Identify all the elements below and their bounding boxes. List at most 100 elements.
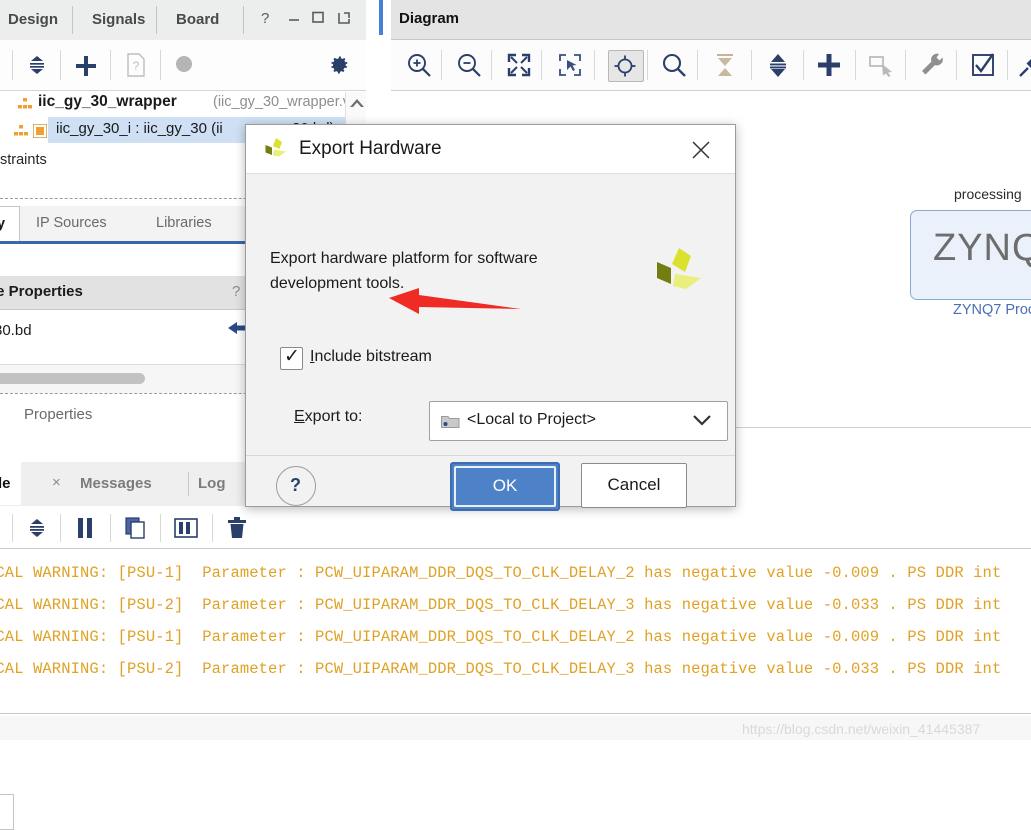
include-bitstream-checkbox[interactable]: ✓ <box>280 347 303 370</box>
toolbar-separator <box>1007 50 1008 80</box>
tab-tcl-console[interactable]: le <box>0 462 21 505</box>
dialog-body: Export hardware platform for software de… <box>246 174 735 454</box>
zoom-out-icon[interactable] <box>456 52 482 83</box>
zynq-block-caption: ZYNQ7 Proc <box>953 302 1031 318</box>
export-to-dropdown[interactable]: <Local to Project> <box>429 401 728 441</box>
hierarchy-icon <box>18 98 32 114</box>
tree-node-detail: (iic_gy_30_wrapper.v <box>213 94 350 110</box>
pause-icon[interactable] <box>76 517 94 544</box>
cancel-button[interactable]: Cancel <box>581 463 687 508</box>
toolbar-separator <box>60 514 61 542</box>
wrench-icon[interactable] <box>919 52 945 83</box>
tab-ip-sources[interactable]: IP Sources <box>36 206 107 241</box>
trash-icon[interactable] <box>227 517 247 544</box>
minimize-icon[interactable] <box>286 9 302 29</box>
cancel-button-label: Cancel <box>582 475 686 495</box>
add-ip-icon[interactable] <box>815 51 843 84</box>
properties-help-icon[interactable]: ? <box>232 283 240 300</box>
svg-text:?: ? <box>133 59 140 73</box>
close-tab-icon[interactable]: × <box>52 474 61 491</box>
toolbar-separator <box>441 50 442 80</box>
maximize-icon[interactable] <box>310 9 326 29</box>
tab-separator <box>243 6 244 34</box>
add-sources-icon[interactable] <box>74 54 98 83</box>
tab-separator <box>72 6 73 34</box>
accel-char: E <box>294 408 305 425</box>
zynq-block-text: ZYNQ <box>933 227 1031 270</box>
chevron-down-icon[interactable] <box>692 413 712 432</box>
dialog-footer: ? OK Cancel <box>246 455 735 506</box>
block-design-icon <box>33 124 47 142</box>
export-hardware-dialog: Export Hardware Export hardware platform… <box>245 124 736 507</box>
help-icon[interactable]: ? <box>261 10 269 27</box>
log-line: ICAL WARNING: [PSU-1] Parameter : PCW_UI… <box>0 564 1001 582</box>
log-output-area[interactable]: ICAL WARNING: [PSU-1] Parameter : PCW_UI… <box>0 548 1031 714</box>
label-rest: xport to: <box>305 408 363 425</box>
zoom-area-icon[interactable] <box>557 52 583 83</box>
toolbar-separator <box>212 514 213 542</box>
properties-tab-icon-box[interactable] <box>0 794 14 830</box>
collapse-expand-icon[interactable] <box>26 54 48 81</box>
validate-design-icon[interactable] <box>970 52 996 83</box>
toolbar-separator <box>956 50 957 80</box>
toolbar-separator <box>491 50 492 80</box>
pin-icon[interactable] <box>1018 52 1031 83</box>
console-toolbar <box>0 506 366 551</box>
hierarchy-icon <box>14 125 28 141</box>
tab-board[interactable]: Board <box>164 0 231 39</box>
scrollbar-thumb[interactable] <box>0 373 145 384</box>
fit-screen-icon[interactable] <box>506 52 532 83</box>
watermark-text: https://blog.csdn.net/weixin_41445387 <box>742 721 980 737</box>
vivado-window: Design Signals Board ? <box>0 0 1031 753</box>
constraints-label[interactable]: straints <box>0 152 47 168</box>
tab-separator <box>188 472 189 496</box>
zoom-target-icon[interactable] <box>613 54 637 83</box>
xilinx-logo-large-icon <box>651 246 707 302</box>
diagram-title: Diagram <box>399 10 459 27</box>
tab-messages[interactable]: Messages <box>80 462 152 505</box>
toolbar-separator <box>647 50 648 80</box>
tab-log[interactable]: Log <box>198 462 226 505</box>
label-rest: nclude bitstream <box>314 348 431 365</box>
toolbar-separator <box>697 50 698 80</box>
tab-signals[interactable]: Signals <box>80 0 157 39</box>
tree-node-name: iic_gy_30_wrapper <box>38 93 177 111</box>
tab-hierarchy[interactable]: y <box>0 206 20 241</box>
zoom-in-icon[interactable] <box>406 52 432 83</box>
export-to-value: <Local to Project> <box>467 411 596 429</box>
columns-icon[interactable] <box>174 517 198 544</box>
ok-button[interactable]: OK <box>450 462 560 511</box>
tab-design[interactable]: Design <box>0 0 70 39</box>
diagram-header: Diagram <box>391 0 1031 40</box>
settings-gear-icon[interactable] <box>327 53 351 82</box>
scroll-up-icon[interactable] <box>349 96 365 113</box>
tree-node-name: iic_gy_30_i : iic_gy_30 (ii <box>56 120 223 137</box>
dialog-titlebar: Export Hardware <box>246 125 735 174</box>
pointer-select-icon <box>868 52 896 83</box>
include-bitstream-label: Include bitstream <box>310 348 432 366</box>
collapse-expand-icon[interactable] <box>26 516 48 545</box>
collapse-all-icon <box>713 52 737 83</box>
properties-header-title: le Properties <box>0 283 83 300</box>
help-button[interactable]: ? <box>276 466 316 506</box>
tab-libraries[interactable]: Libraries <box>156 206 212 241</box>
tab-separator <box>156 6 157 34</box>
block-top-label: processing <box>954 186 1022 202</box>
expand-all-icon[interactable] <box>766 52 790 83</box>
log-line: ICAL WARNING: [PSU-1] Parameter : PCW_UI… <box>0 628 1001 646</box>
float-window-icon[interactable] <box>336 9 353 30</box>
toolbar-separator <box>160 514 161 542</box>
dialog-title: Export Hardware <box>299 138 442 160</box>
sources-toolbar: ? 0 <box>0 40 366 91</box>
log-line: ICAL WARNING: [PSU-2] Parameter : PCW_UI… <box>0 596 1001 614</box>
tree-row-wrapper[interactable]: iic_gy_30_wrapper (iic_gy_30_wrapper.v <box>0 91 366 117</box>
close-icon[interactable] <box>686 135 716 165</box>
toolbar-separator <box>110 50 111 80</box>
toolbar-separator <box>541 50 542 80</box>
tab-properties[interactable]: Properties <box>24 399 92 431</box>
search-icon[interactable] <box>661 52 687 83</box>
left-panel-tabbar: Design Signals Board ? <box>0 0 366 41</box>
circle-badge-icon[interactable] <box>175 55 193 78</box>
copy-icon[interactable] <box>125 517 147 544</box>
zynq-processing-system-block[interactable]: ZYNQ <box>910 210 1031 300</box>
